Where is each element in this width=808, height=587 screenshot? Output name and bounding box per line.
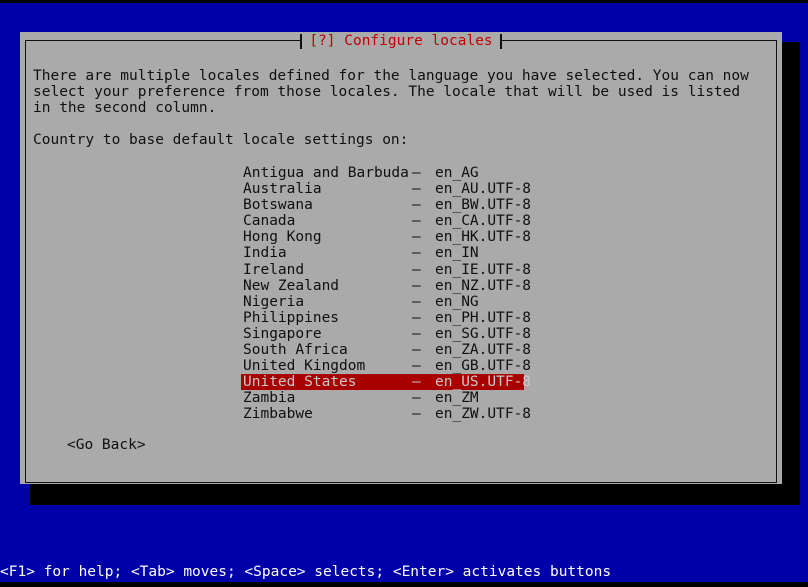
locale-country: Zimbabwe [243, 406, 313, 422]
dialog-body-text: There are multiple locales defined for t… [33, 68, 763, 117]
locale-separator: – [412, 358, 421, 374]
locale-code: en_GB.UTF-8 [435, 358, 531, 374]
locale-separator: – [412, 181, 421, 197]
locale-row[interactable]: New Zealand–en_NZ.UTF-8 [241, 278, 524, 294]
top-black-band [0, 0, 808, 3]
locale-separator: – [412, 262, 421, 278]
locale-code: en_SG.UTF-8 [435, 326, 531, 342]
locale-separator: – [412, 294, 421, 310]
locale-code: en_AG [435, 165, 479, 181]
locale-list[interactable]: Antigua and Barbuda–en_AGAustralia–en_AU… [241, 165, 524, 423]
locale-row[interactable]: Australia–en_AU.UTF-8 [241, 181, 524, 197]
dialog-prompt-label: Country to base default locale settings … [33, 132, 408, 148]
locale-separator: – [412, 406, 421, 422]
locale-separator: – [412, 342, 421, 358]
locale-code: en_IE.UTF-8 [435, 262, 531, 278]
locale-code: en_US.UTF-8 [435, 374, 531, 390]
locale-separator: – [412, 326, 421, 342]
locale-code: en_AU.UTF-8 [435, 181, 531, 197]
locale-row[interactable]: Zambia –en_ZM [241, 390, 524, 406]
locale-separator: – [412, 213, 421, 229]
locale-separator: – [412, 374, 421, 390]
locale-country: Singapore [243, 326, 322, 342]
locale-country: Ireland [243, 262, 304, 278]
locale-code: en_ZW.UTF-8 [435, 406, 531, 422]
locale-country: India [243, 245, 287, 261]
locale-row[interactable]: United Kingdom–en_GB.UTF-8 [241, 358, 524, 374]
locale-code: en_CA.UTF-8 [435, 213, 531, 229]
locale-code: en_IN [435, 245, 479, 261]
locale-row[interactable]: United States–en_US.UTF-8 [241, 374, 524, 390]
locale-country: South Africa [243, 342, 348, 358]
locale-separator: – [412, 390, 421, 406]
locale-country: Antigua and Barbuda [243, 165, 409, 181]
locale-row[interactable]: Ireland–en_IE.UTF-8 [241, 262, 524, 278]
locale-separator: – [412, 245, 421, 261]
locale-row[interactable]: Canada–en_CA.UTF-8 [241, 213, 524, 229]
help-bar: <F1> for help; <Tab> moves; <Space> sele… [0, 562, 808, 582]
locale-country: Philippines [243, 310, 339, 326]
locale-row[interactable]: Philippines–en_PH.UTF-8 [241, 310, 524, 326]
locale-code: en_NZ.UTF-8 [435, 278, 531, 294]
go-back-button[interactable]: <Go Back> [67, 437, 146, 453]
locale-row[interactable]: Botswana–en_BW.UTF-8 [241, 197, 524, 213]
locale-country: Botswana [243, 197, 313, 213]
locale-code: en_ZM [435, 390, 479, 406]
locale-row[interactable]: South Africa–en_ZA.UTF-8 [241, 342, 524, 358]
locale-row[interactable]: India –en_IN [241, 245, 524, 261]
locale-country: Hong Kong [243, 229, 322, 245]
locale-row[interactable]: Nigeria –en_NG [241, 294, 524, 310]
locale-separator: – [412, 278, 421, 294]
locale-separator: – [412, 165, 421, 181]
locale-row[interactable]: Hong Kong–en_HK.UTF-8 [241, 229, 524, 245]
locale-separator: – [412, 197, 421, 213]
locale-code: en_ZA.UTF-8 [435, 342, 531, 358]
installer-screen: [?] Configure locales There are multiple… [0, 0, 808, 587]
locale-separator: – [412, 310, 421, 326]
locale-country: United States [243, 374, 357, 390]
locale-row[interactable]: Antigua and Barbuda–en_AG [241, 165, 524, 181]
locale-code: en_HK.UTF-8 [435, 229, 531, 245]
locale-separator: – [412, 229, 421, 245]
locale-code: en_PH.UTF-8 [435, 310, 531, 326]
bottom-black-band [0, 582, 808, 587]
locale-row[interactable]: Zimbabwe–en_ZW.UTF-8 [241, 406, 524, 422]
locale-code: en_NG [435, 294, 479, 310]
locale-country: Zambia [243, 390, 295, 406]
locale-country: New Zealand [243, 278, 339, 294]
locale-country: United Kingdom [243, 358, 365, 374]
locale-country: Australia [243, 181, 322, 197]
locale-country: Nigeria [243, 294, 304, 310]
locale-country: Canada [243, 213, 295, 229]
locale-code: en_BW.UTF-8 [435, 197, 531, 213]
locale-row[interactable]: Singapore–en_SG.UTF-8 [241, 326, 524, 342]
